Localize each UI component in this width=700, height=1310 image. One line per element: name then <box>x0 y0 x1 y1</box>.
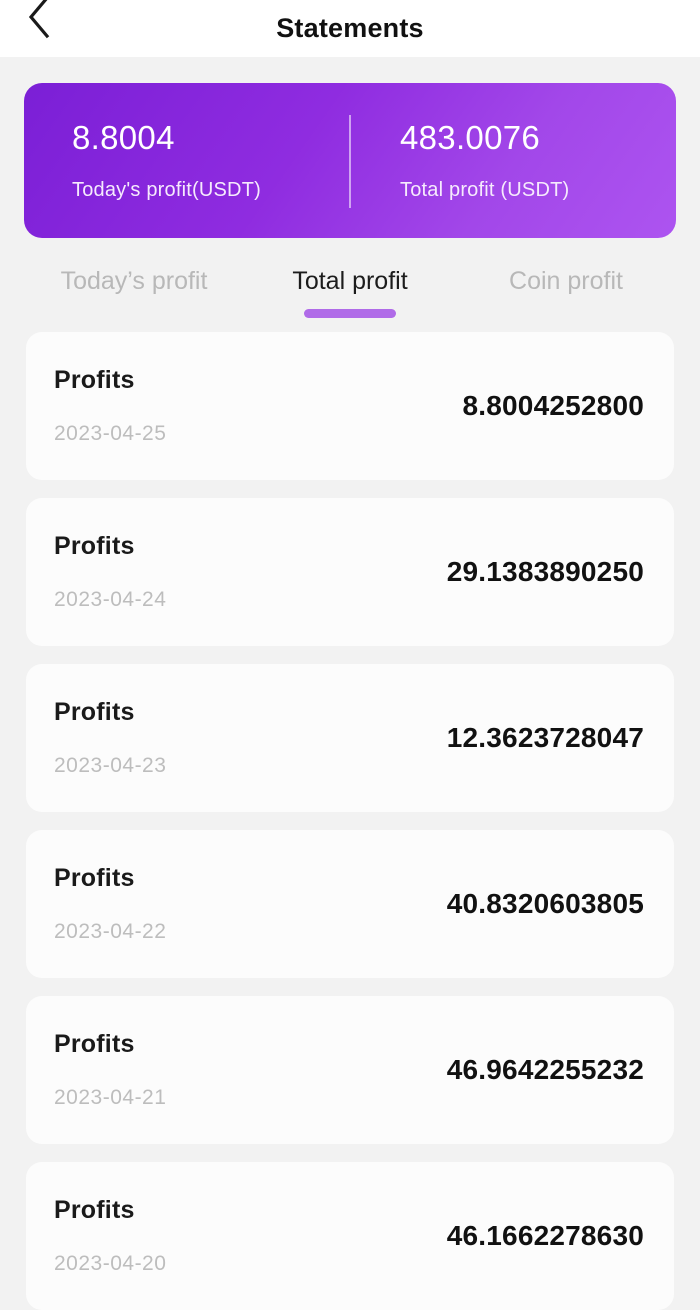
row-title: Profits <box>54 1030 135 1058</box>
row-date: 2023-04-24 <box>54 588 167 611</box>
row-date: 2023-04-22 <box>54 920 167 943</box>
table-row[interactable]: Profits 2023-04-20 46.1662278630 <box>26 1162 674 1310</box>
row-info: Profits 2023-04-21 <box>54 1030 167 1109</box>
summary-divider <box>349 115 351 208</box>
back-button[interactable] <box>16 0 62 40</box>
statement-list: Profits 2023-04-25 8.8004252800 Profits … <box>0 332 700 1310</box>
tab-underline <box>520 309 612 318</box>
tab-todays-profit[interactable]: Today’s profit <box>26 262 242 318</box>
total-profit-label: Total profit (USDT) <box>400 179 570 201</box>
row-info: Profits 2023-04-25 <box>54 366 167 445</box>
row-amount: 40.8320603805 <box>446 888 644 919</box>
profit-summary-card: 8.8004 Today's profit(USDT) 483.0076 Tot… <box>24 83 676 238</box>
tab-coin-profit[interactable]: Coin profit <box>458 262 674 318</box>
row-amount: 8.8004252800 <box>462 390 644 421</box>
chevron-left-icon <box>26 0 52 39</box>
table-row[interactable]: Profits 2023-04-25 8.8004252800 <box>26 332 674 480</box>
row-info: Profits 2023-04-20 <box>54 1196 167 1275</box>
today-profit-label: Today's profit(USDT) <box>72 179 261 201</box>
row-info: Profits 2023-04-24 <box>54 532 167 611</box>
tab-label: Total profit <box>292 267 408 295</box>
app-header: Statements <box>0 0 700 57</box>
row-title: Profits <box>54 1196 135 1224</box>
table-row[interactable]: Profits 2023-04-21 46.9642255232 <box>26 996 674 1144</box>
row-amount: 46.1662278630 <box>446 1220 644 1251</box>
row-amount: 46.9642255232 <box>446 1054 644 1085</box>
page-title: Statements <box>276 13 424 43</box>
row-date: 2023-04-25 <box>54 422 167 445</box>
table-row[interactable]: Profits 2023-04-24 29.1383890250 <box>26 498 674 646</box>
today-profit-value: 8.8004 <box>72 119 175 156</box>
row-date: 2023-04-23 <box>54 754 167 777</box>
total-profit-block: 483.0076 Total profit (USDT) <box>350 83 676 238</box>
total-profit-value: 483.0076 <box>400 119 541 156</box>
row-title: Profits <box>54 698 135 726</box>
profit-tabs: Today’s profit Total profit Coin profit <box>0 262 700 332</box>
row-amount: 29.1383890250 <box>446 556 644 587</box>
row-date: 2023-04-20 <box>54 1252 167 1275</box>
row-title: Profits <box>54 366 135 394</box>
table-row[interactable]: Profits 2023-04-23 12.3623728047 <box>26 664 674 812</box>
row-date: 2023-04-21 <box>54 1086 167 1109</box>
today-profit-block: 8.8004 Today's profit(USDT) <box>24 83 350 238</box>
table-row[interactable]: Profits 2023-04-22 40.8320603805 <box>26 830 674 978</box>
row-title: Profits <box>54 532 135 560</box>
tab-underline <box>88 309 180 318</box>
tab-underline <box>304 308 396 318</box>
row-info: Profits 2023-04-22 <box>54 864 167 943</box>
row-info: Profits 2023-04-23 <box>54 698 167 777</box>
tab-label: Coin profit <box>509 267 623 295</box>
tab-total-profit[interactable]: Total profit <box>242 262 458 318</box>
tab-label: Today’s profit <box>60 267 208 295</box>
row-amount: 12.3623728047 <box>446 722 644 753</box>
row-title: Profits <box>54 864 135 892</box>
